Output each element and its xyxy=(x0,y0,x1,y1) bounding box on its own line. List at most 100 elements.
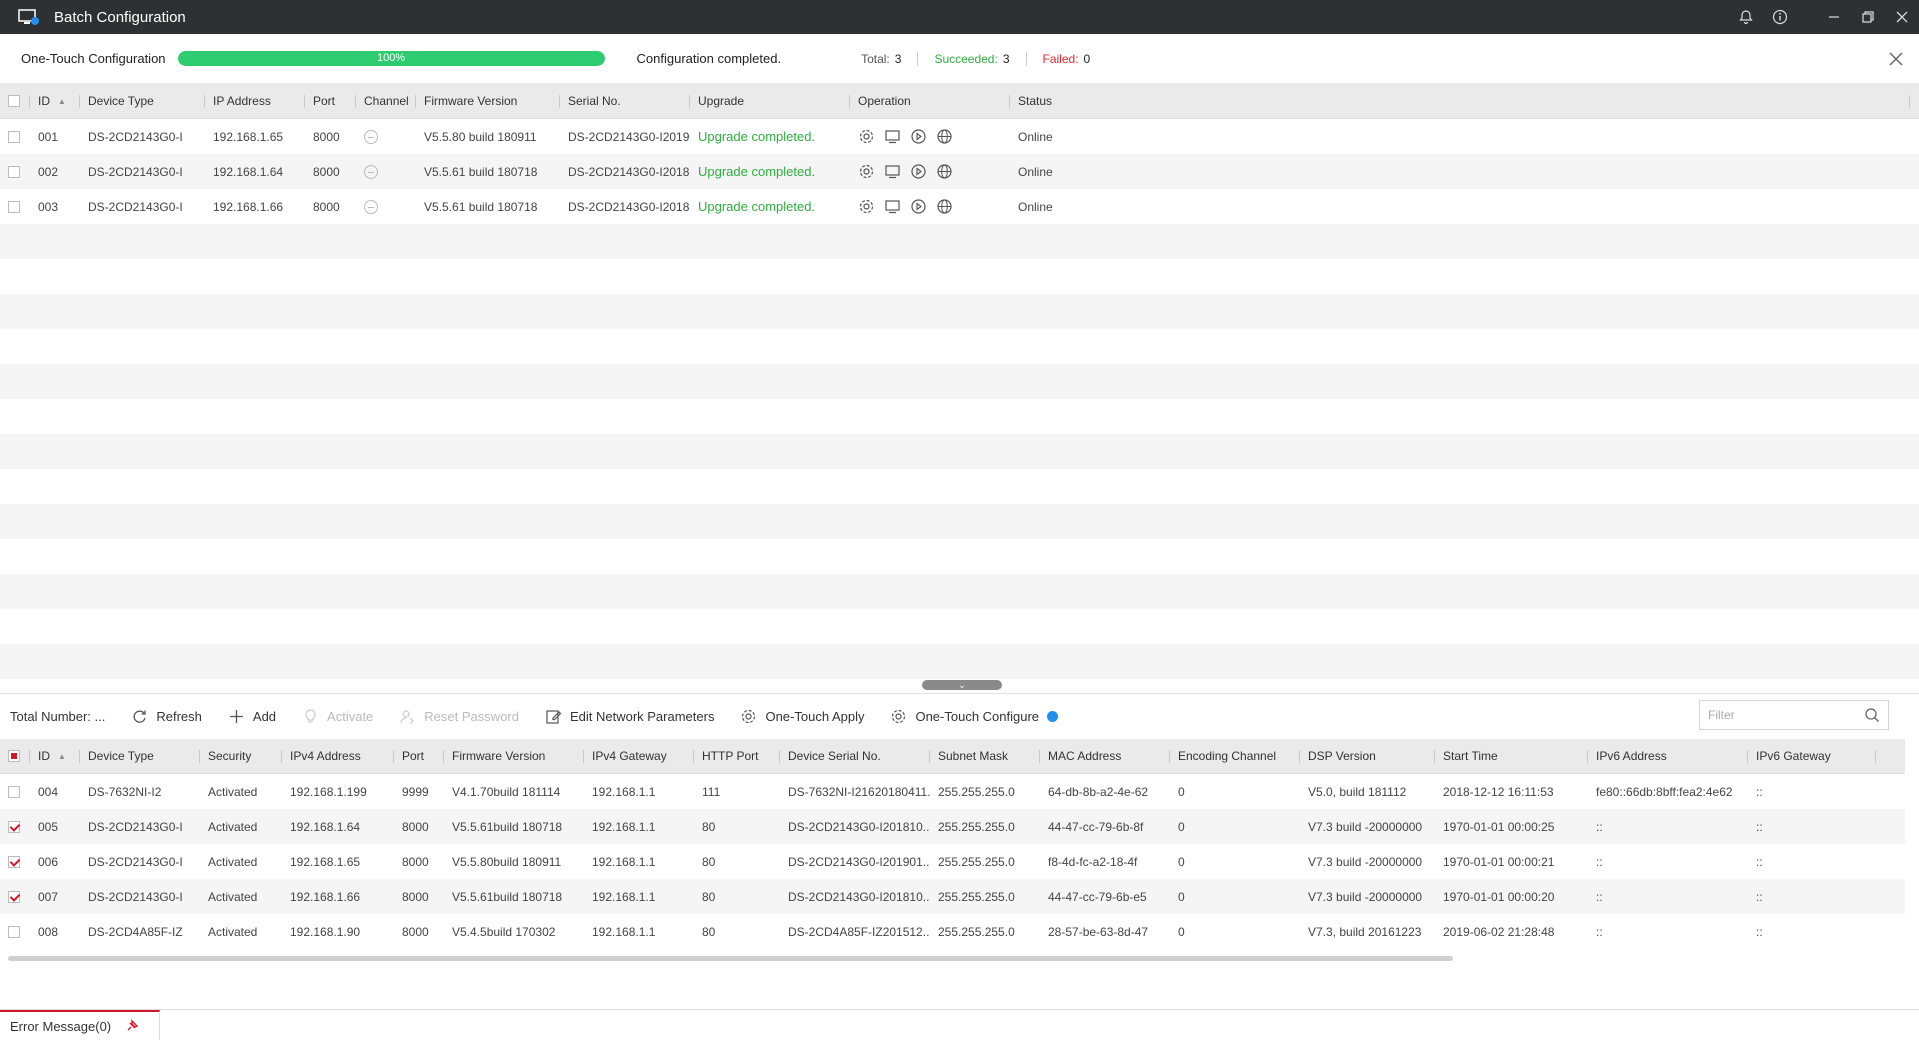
row-checkbox-cell[interactable] xyxy=(0,119,30,154)
col-http-port[interactable]: HTTP Port xyxy=(694,739,780,773)
web-browser-globe-icon[interactable] xyxy=(936,198,953,215)
table-row[interactable]: 003 DS-2CD2143G0-I 192.168.1.66 8000 V5.… xyxy=(0,189,1919,224)
live-view-play-icon[interactable] xyxy=(910,163,927,180)
col-id[interactable]: ID ▲ xyxy=(30,84,80,118)
col-firmware[interactable]: Firmware Version xyxy=(444,739,584,773)
settings-gear-icon[interactable] xyxy=(858,128,875,145)
channel-disabled-icon[interactable] xyxy=(364,129,378,144)
row-checkbox-cell[interactable] xyxy=(0,914,30,949)
collapse-panel-handle[interactable]: ⌄ xyxy=(922,680,1002,690)
col-serial[interactable]: Device Serial No. xyxy=(780,739,930,773)
col-ip-address[interactable]: IP Address xyxy=(205,84,305,118)
row-checkbox[interactable] xyxy=(8,785,20,798)
row-checkbox[interactable] xyxy=(8,820,20,833)
channel-disabled-icon[interactable] xyxy=(364,199,378,214)
col-upgrade[interactable]: Upgrade xyxy=(690,84,850,118)
col-id[interactable]: ID ▲ xyxy=(30,739,80,773)
col-security[interactable]: Security xyxy=(200,739,282,773)
row-checkbox[interactable] xyxy=(8,855,20,868)
online-device-table: ID ▲ Device Type Security IPv4 Address Po… xyxy=(0,739,1905,961)
live-view-play-icon[interactable] xyxy=(910,128,927,145)
row-checkbox-cell[interactable] xyxy=(0,879,30,914)
col-port[interactable]: Port xyxy=(394,739,444,773)
close-window-icon[interactable] xyxy=(1885,0,1919,34)
row-checkbox-cell[interactable] xyxy=(0,844,30,879)
info-badge-icon[interactable] xyxy=(1047,711,1059,722)
table-row[interactable]: 006 DS-2CD2143G0-I Activated 192.168.1.65 80… xyxy=(0,844,1905,879)
filter-input[interactable]: Filter xyxy=(1699,700,1889,730)
col-encoding-channel[interactable]: Encoding Channel xyxy=(1170,739,1300,773)
col-ipv4[interactable]: IPv4 Address xyxy=(282,739,394,773)
col-ipv6[interactable]: IPv6 Address xyxy=(1588,739,1748,773)
table-row[interactable]: 005 DS-2CD2143G0-I Activated 192.168.1.64 80… xyxy=(0,809,1905,844)
table-row[interactable]: 007 DS-2CD2143G0-I Activated 192.168.1.66 80… xyxy=(0,879,1905,914)
cell-ipv6-gateway: :: xyxy=(1756,819,1763,834)
notification-bell-icon[interactable] xyxy=(1729,0,1763,34)
close-panel-icon[interactable] xyxy=(1885,48,1907,70)
settings-gear-icon[interactable] xyxy=(858,198,875,215)
row-checkbox[interactable] xyxy=(8,925,20,938)
col-firmware[interactable]: Firmware Version xyxy=(416,84,560,118)
col-device-type[interactable]: Device Type xyxy=(80,739,200,773)
add-button[interactable]: Add xyxy=(228,708,276,725)
activate-label: Activate xyxy=(327,709,374,724)
cell-encoding-channel: 0 xyxy=(1178,784,1185,799)
select-all-checkbox-cell[interactable] xyxy=(0,739,30,773)
row-checkbox[interactable] xyxy=(8,890,20,903)
web-browser-globe-icon[interactable] xyxy=(936,128,953,145)
col-mac[interactable]: MAC Address xyxy=(1040,739,1170,773)
table-row[interactable]: 004 DS-7632NI-I2 Activated 192.168.1.199 999… xyxy=(0,774,1905,809)
one-touch-configure-button[interactable]: One-Touch Configure xyxy=(890,708,1059,725)
remote-config-monitor-icon[interactable] xyxy=(884,128,901,145)
col-operation[interactable]: Operation xyxy=(850,84,1010,118)
cell-id: 003 xyxy=(38,199,59,214)
info-icon[interactable] xyxy=(1763,0,1797,34)
pin-icon[interactable] xyxy=(125,1019,139,1033)
col-channel[interactable]: Channel xyxy=(356,84,416,118)
remote-config-monitor-icon[interactable] xyxy=(884,198,901,215)
settings-gear-icon[interactable] xyxy=(858,163,875,180)
table-row[interactable]: 001 DS-2CD2143G0-I 192.168.1.65 8000 V5.… xyxy=(0,119,1919,154)
col-ipv6-gateway[interactable]: IPv6 Gateway xyxy=(1748,739,1876,773)
cell-encoding-channel: 0 xyxy=(1178,924,1185,939)
error-message-tab[interactable]: Error Message(0) xyxy=(0,1010,160,1040)
remote-config-monitor-icon[interactable] xyxy=(884,163,901,180)
cell-security: Activated xyxy=(208,854,258,869)
select-all-checkbox[interactable] xyxy=(8,750,20,762)
select-all-checkbox[interactable] xyxy=(8,95,20,107)
table-row[interactable]: 002 DS-2CD2143G0-I 192.168.1.64 8000 V5.… xyxy=(0,154,1919,189)
row-checkbox[interactable] xyxy=(8,200,20,213)
restore-icon[interactable] xyxy=(1851,0,1885,34)
col-dsp[interactable]: DSP Version xyxy=(1300,739,1435,773)
row-checkbox[interactable] xyxy=(8,130,20,143)
minimize-icon[interactable] xyxy=(1817,0,1851,34)
table-row[interactable]: 008 DS-2CD4A85F-IZ Activated 192.168.1.90 80… xyxy=(0,914,1905,949)
row-checkbox[interactable] xyxy=(8,165,20,178)
activate-button[interactable]: Activate xyxy=(302,708,373,725)
refresh-button[interactable]: Refresh xyxy=(131,708,202,725)
search-icon[interactable] xyxy=(1864,707,1880,723)
web-browser-globe-icon[interactable] xyxy=(936,163,953,180)
cell-operation xyxy=(850,154,1010,189)
col-serial[interactable]: Serial No. xyxy=(560,84,690,118)
col-device-type[interactable]: Device Type xyxy=(80,84,205,118)
col-start-time[interactable]: Start Time xyxy=(1435,739,1588,773)
col-channel-label: Channel xyxy=(364,94,409,108)
live-view-play-icon[interactable] xyxy=(910,198,927,215)
cell-firmware: V5.5.80 build 180911 xyxy=(424,129,537,144)
one-touch-apply-button[interactable]: One-Touch Apply xyxy=(740,708,864,725)
select-all-checkbox-cell[interactable] xyxy=(0,84,30,118)
col-enc-label: Encoding Channel xyxy=(1178,749,1277,763)
row-checkbox-cell[interactable] xyxy=(0,189,30,224)
col-gateway[interactable]: IPv4 Gateway xyxy=(584,739,694,773)
channel-disabled-icon[interactable] xyxy=(364,164,378,179)
row-checkbox-cell[interactable] xyxy=(0,774,30,809)
col-port[interactable]: Port xyxy=(305,84,356,118)
edit-network-parameters-button[interactable]: Edit Network Parameters xyxy=(545,708,714,725)
horizontal-scrollbar[interactable] xyxy=(8,956,1453,961)
col-status[interactable]: Status xyxy=(1010,84,1910,118)
reset-password-button[interactable]: Reset Password xyxy=(399,708,519,725)
row-checkbox-cell[interactable] xyxy=(0,154,30,189)
col-subnet-mask[interactable]: Subnet Mask xyxy=(930,739,1040,773)
row-checkbox-cell[interactable] xyxy=(0,809,30,844)
